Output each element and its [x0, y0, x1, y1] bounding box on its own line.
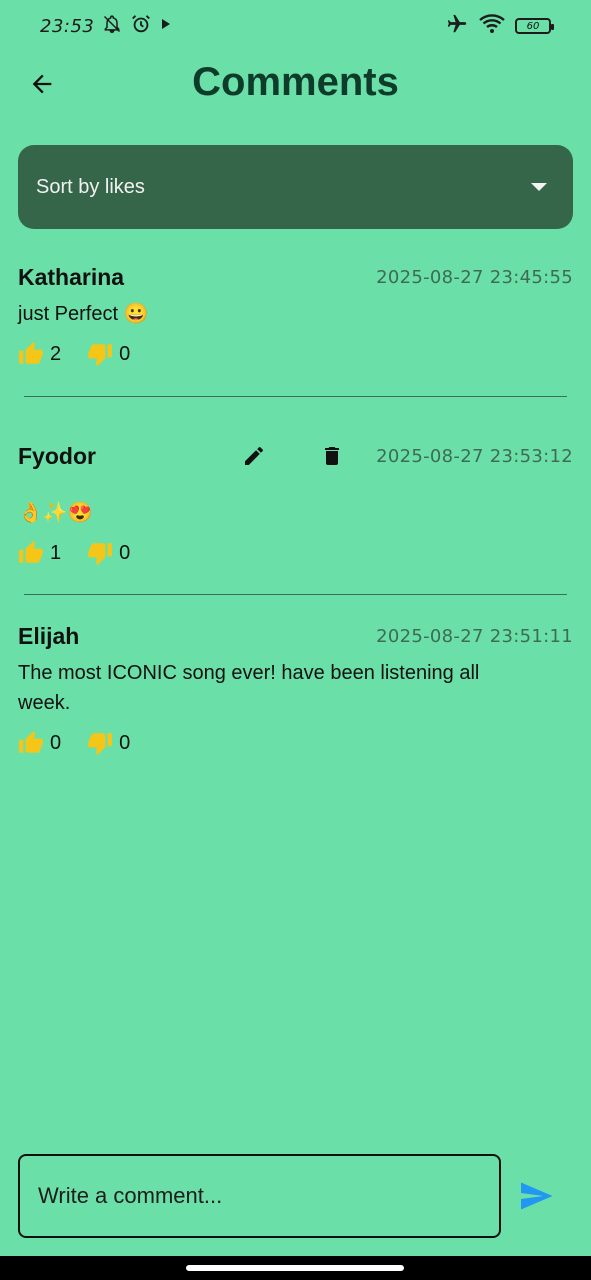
trash-icon — [325, 447, 340, 465]
thumb-down-icon — [88, 733, 113, 755]
dislike-count: 0 — [119, 342, 131, 365]
dislike-button[interactable]: 0 — [87, 341, 130, 367]
divider — [24, 594, 567, 595]
send-icon — [521, 1182, 553, 1210]
status-right: 60 — [445, 13, 554, 40]
like-count: 1 — [50, 541, 62, 564]
dislike-button[interactable]: 0 — [87, 540, 130, 566]
comment-input[interactable] — [38, 1183, 481, 1209]
thumb-down-icon — [88, 344, 113, 366]
dislike-button[interactable]: 0 — [87, 730, 130, 756]
comment-votes: 0 0 — [18, 730, 573, 756]
app-bar: Comments — [0, 52, 591, 118]
pencil-icon — [245, 447, 264, 465]
comment-composer — [18, 1154, 501, 1238]
comment-item: Fyodor 2025-08-27 23:53:12 👌✨😍 1 0 — [18, 440, 573, 566]
delete-button[interactable] — [318, 442, 346, 470]
comment-item: Katharina 2025-08-27 23:45:55 just Perfe… — [18, 261, 573, 367]
thumb-down-icon — [88, 543, 113, 565]
status-left: 23:53 — [40, 13, 172, 40]
thumb-up-icon — [19, 731, 43, 753]
status-time: 23:53 — [40, 15, 95, 37]
edit-button[interactable] — [240, 442, 268, 470]
like-button[interactable]: 2 — [18, 341, 61, 367]
comment-votes: 2 0 — [18, 341, 573, 367]
bell-off-icon — [102, 14, 122, 39]
comment-actions — [240, 442, 346, 470]
divider — [24, 396, 567, 397]
comment-timestamp: 2025-08-27 23:51:11 — [376, 625, 573, 647]
dislike-count: 0 — [119, 541, 131, 564]
like-button[interactable]: 1 — [18, 540, 61, 566]
comment-text: just Perfect 😀 — [18, 303, 149, 325]
home-gesture-handle[interactable] — [186, 1265, 404, 1271]
play-icon — [160, 17, 172, 35]
airplane-icon — [445, 13, 469, 40]
page-title: Comments — [192, 60, 399, 104]
comment-header: Katharina 2025-08-27 23:45:55 — [18, 261, 573, 293]
thumb-up-icon — [19, 342, 43, 364]
comment-text: The most ICONIC song ever! have been lis… — [18, 662, 480, 714]
battery-icon: 60 — [515, 18, 554, 34]
comment-timestamp: 2025-08-27 23:53:12 — [376, 445, 573, 467]
comment-text: 👌✨😍 — [18, 502, 93, 524]
thumb-up-icon — [19, 541, 43, 563]
sort-dropdown-label: Sort by likes — [36, 175, 145, 198]
status-bar: 23:53 60 — [0, 0, 591, 52]
comment-author: Elijah — [18, 622, 80, 649]
comment-author: Fyodor — [18, 442, 96, 469]
like-count: 0 — [50, 731, 62, 754]
comment-votes: 1 0 — [18, 540, 573, 566]
comment-item: Elijah 2025-08-27 23:51:11 The most ICON… — [18, 620, 573, 756]
chevron-down-icon — [531, 183, 547, 191]
comment-header: Elijah 2025-08-27 23:51:11 — [18, 620, 573, 652]
like-button[interactable]: 0 — [18, 730, 61, 756]
sort-dropdown[interactable]: Sort by likes — [18, 145, 573, 229]
like-count: 2 — [50, 342, 62, 365]
comment-timestamp: 2025-08-27 23:45:55 — [376, 266, 573, 288]
alarm-icon — [130, 13, 152, 40]
comment-author: Katharina — [18, 263, 125, 290]
wifi-icon — [479, 13, 505, 39]
comment-header: Fyodor 2025-08-27 23:53:12 — [18, 440, 573, 472]
send-button[interactable] — [516, 1176, 556, 1216]
system-nav-bar — [0, 1256, 591, 1280]
dislike-count: 0 — [119, 731, 131, 754]
